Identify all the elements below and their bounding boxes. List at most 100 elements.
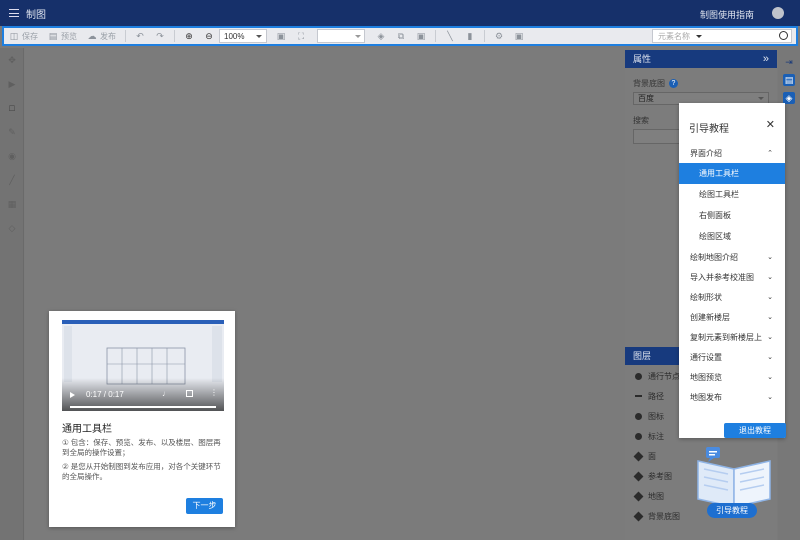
layer-button[interactable]: ◈ <box>371 28 391 44</box>
fullscreen-icon[interactable] <box>186 390 193 397</box>
element-search[interactable]: 元素名称 <box>652 29 792 43</box>
undo-icon: ↶ <box>136 31 144 41</box>
guide-section[interactable]: 地图发布 ⌄ <box>679 387 785 407</box>
fullscreen-button[interactable]: ⛶ <box>291 28 311 44</box>
layer-label: 地图 <box>648 491 664 501</box>
chevron-down-icon: ⌄ <box>767 394 773 401</box>
fullscreen-icon: ⛶ <box>297 31 305 41</box>
line-tool-icon[interactable]: ╱ <box>0 168 24 192</box>
node-icon <box>635 372 642 380</box>
volume-icon[interactable]: ♩ <box>162 390 170 398</box>
chevron-down-icon: ⌄ <box>767 354 773 361</box>
collapse-panel-icon[interactable]: » <box>763 50 769 68</box>
gear-icon: ⚙ <box>494 31 504 41</box>
screenshot-button[interactable]: ▣ <box>509 28 529 44</box>
guide-section-label: 通行设置 <box>690 352 722 362</box>
chevron-down-icon: ⌄ <box>767 254 773 261</box>
top-bar: 制图 制图使用指南 <box>0 0 800 26</box>
floor-select[interactable] <box>317 29 365 43</box>
guide-subitem[interactable]: 绘图区域 <box>679 226 785 247</box>
guide-section[interactable]: 地图预览 ⌄ <box>679 367 785 387</box>
move-tool-icon[interactable]: ✥ <box>0 48 24 72</box>
layers-title: 图层 <box>633 351 652 361</box>
play-icon[interactable] <box>70 392 75 398</box>
guide-section[interactable]: 通行设置 ⌄ <box>679 347 785 367</box>
copy-floor-button[interactable]: ⧉ <box>391 28 411 44</box>
brush-tool-icon[interactable]: ✎ <box>0 120 24 144</box>
guide-section-label: 界面介绍 <box>690 148 722 158</box>
search-icon[interactable] <box>779 31 788 40</box>
guide-subitem-label: 绘图工具栏 <box>699 190 739 199</box>
redo-button[interactable]: ↷ <box>150 28 170 44</box>
redo-icon: ↷ <box>156 31 164 41</box>
more-options-icon[interactable]: ⋮ <box>210 389 218 397</box>
hamburger-menu-icon[interactable] <box>9 9 19 17</box>
guide-section[interactable]: 创建新楼层 ⌄ <box>679 307 785 327</box>
zoom-in-button[interactable]: ⊕ <box>179 28 199 44</box>
help-icon[interactable]: ? <box>669 79 678 88</box>
polygon-tool-icon[interactable]: □ <box>0 96 24 120</box>
guide-link[interactable]: 制图使用指南 <box>700 8 754 21</box>
guide-list: 界面介绍 ⌃ 通用工具栏 绘图工具栏 右侧面板 绘图区域 绘制地图介绍 ⌄ 导入并参… <box>679 143 785 407</box>
layers-icon: ◈ <box>377 31 385 41</box>
statistics-button[interactable]: ▮ <box>460 28 480 44</box>
background-value: 百度 <box>638 94 654 103</box>
polygon-icon <box>633 451 644 461</box>
guide-section-label: 地图预览 <box>690 372 722 382</box>
zoom-out-button[interactable]: ⊖ <box>199 28 219 44</box>
guide-badge[interactable]: 引导教程 <box>690 447 780 522</box>
copy-icon: ⧉ <box>397 31 405 41</box>
publish-label: 发布 <box>100 31 116 41</box>
video-progress-bar[interactable] <box>70 406 216 408</box>
path-icon <box>635 395 642 397</box>
zoom-value: 100% <box>224 31 245 41</box>
search-label: 搜索 <box>633 116 649 125</box>
expand-panel-icon[interactable]: ⇥ <box>783 56 795 68</box>
guide-subitem-label: 绘图区域 <box>699 232 731 241</box>
guide-section-label: 复制元素到新楼层上 <box>690 332 762 342</box>
map-icon <box>633 491 644 501</box>
guide-badge-label: 引导教程 <box>707 503 757 518</box>
guide-subitem[interactable]: 通用工具栏 <box>679 163 785 184</box>
grid-tool-icon[interactable]: ▦ <box>0 192 24 216</box>
settings-button[interactable]: ⚙ <box>489 28 509 44</box>
guide-subitem-label: 右侧面板 <box>699 211 731 220</box>
properties-tab-icon[interactable]: ▤ <box>783 74 795 86</box>
save-button[interactable]: ◫ 保存 <box>4 28 43 44</box>
exit-tutorial-button[interactable]: 退出教程 <box>724 423 786 438</box>
video-time: 0:17 / 0:17 <box>86 390 124 399</box>
publish-button[interactable]: ☁ 发布 <box>82 28 121 44</box>
drawing-toolbar: ✥ ▶ □ ✎ ◉ ╱ ▦ ◇ <box>0 48 24 540</box>
tutorial-video[interactable]: 0:17 / 0:17 ♩ ⋮ <box>62 320 224 411</box>
select-tool-icon[interactable]: ▶ <box>0 72 24 96</box>
save-label: 保存 <box>22 31 38 41</box>
point-tool-icon[interactable]: ◉ <box>0 144 24 168</box>
properties-header: 属性 » <box>625 50 777 68</box>
guide-section[interactable]: 绘制形状 ⌄ <box>679 287 785 307</box>
guide-section[interactable]: 复制元素到新楼层上 ⌄ <box>679 327 785 347</box>
chevron-down-icon: ⌄ <box>767 374 773 381</box>
tutorial-card: 0:17 / 0:17 ♩ ⋮ 通用工具栏 ① 包含：保存、预览、发布、以及楼层… <box>49 311 235 527</box>
label-icon <box>635 432 642 440</box>
guide-section[interactable]: 绘制地图介绍 ⌄ <box>679 247 785 267</box>
guide-section[interactable]: 界面介绍 ⌃ <box>679 143 785 163</box>
zoom-out-icon: ⊖ <box>205 31 213 41</box>
guide-section[interactable]: 导入并参考校准图 ⌄ <box>679 267 785 287</box>
next-step-button[interactable]: 下一步 <box>186 498 223 514</box>
zoom-in-icon: ⊕ <box>185 31 193 41</box>
tutorial-title: 通用工具栏 <box>62 424 112 435</box>
ruler-button[interactable]: ╲ <box>440 28 460 44</box>
close-icon[interactable]: ✕ <box>766 118 775 131</box>
fit-view-button[interactable]: ▣ <box>271 28 291 44</box>
export-button[interactable]: ▣ <box>411 28 431 44</box>
layer-label: 参考图 <box>648 471 672 481</box>
zoom-select[interactable]: 100% <box>219 29 267 43</box>
user-avatar[interactable] <box>772 7 784 19</box>
eraser-tool-icon[interactable]: ◇ <box>0 216 24 240</box>
guide-section-label: 导入并参考校准图 <box>690 272 754 282</box>
layer-label: 标注 <box>648 431 664 441</box>
preview-button[interactable]: ▤ 预览 <box>43 28 82 44</box>
undo-button[interactable]: ↶ <box>130 28 150 44</box>
guide-subitem[interactable]: 右侧面板 <box>679 205 785 226</box>
guide-subitem[interactable]: 绘图工具栏 <box>679 184 785 205</box>
